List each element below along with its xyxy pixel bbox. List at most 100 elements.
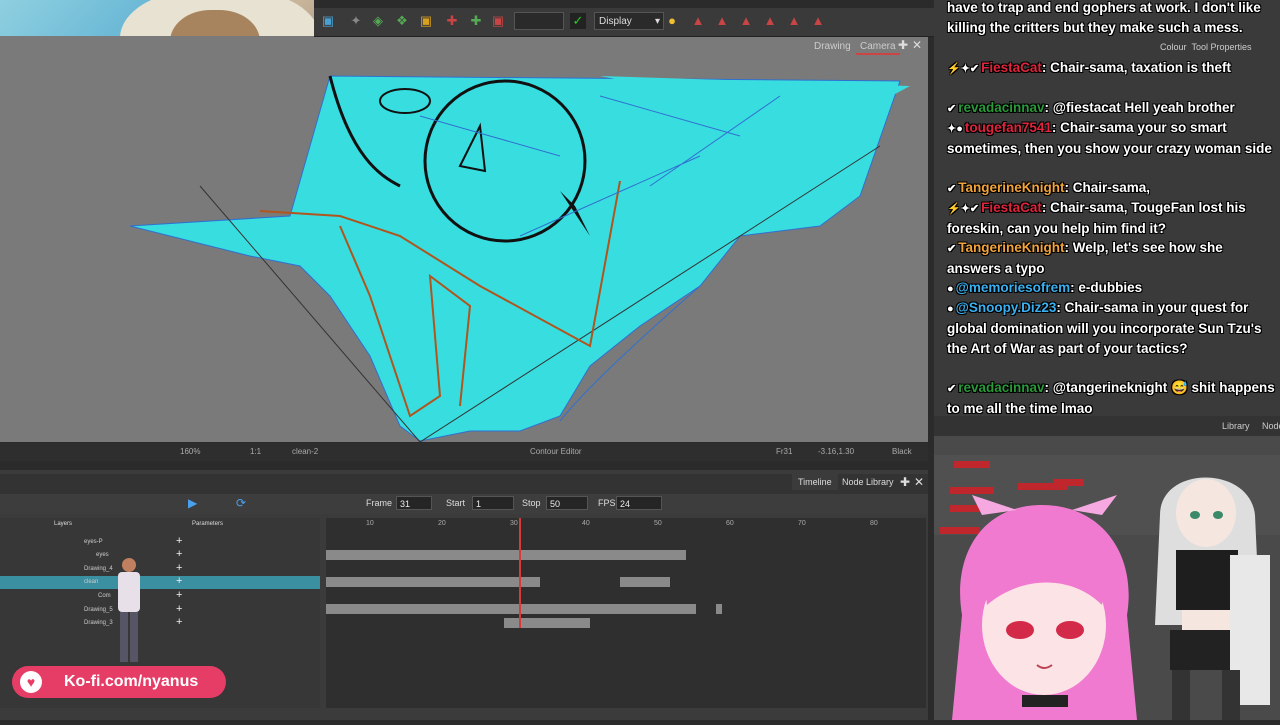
track-segment — [326, 550, 686, 560]
key-icon-4[interactable]: ▲ — [762, 13, 778, 29]
key-icon-2[interactable]: ▲ — [714, 13, 730, 29]
frame-label: Frame — [366, 498, 393, 508]
tab-camera[interactable]: Camera — [856, 40, 900, 55]
tab-timeline[interactable]: Timeline — [792, 474, 838, 490]
tab-node-library[interactable]: Node Library — [836, 474, 900, 490]
chat-message: ✔ revadacinnav: @fiestacat Hell yeah brot… — [947, 98, 1280, 119]
heart-cup-icon: ♥ — [20, 671, 42, 693]
chat-message: ✔ revadacinnav: @tangerineknight 😅 shit h… — [947, 380, 1275, 416]
layer-row[interactable]: eyes-P + — [0, 535, 320, 549]
layer-row[interactable]: Drawing_5 + — [0, 603, 320, 617]
ruler-tick: 40 — [582, 520, 590, 527]
frame-input[interactable]: 31 — [396, 496, 432, 510]
frame-icon[interactable]: ▣ — [418, 13, 434, 29]
node[interactable] — [1054, 479, 1084, 486]
node[interactable] — [950, 487, 994, 494]
loop-icon[interactable]: ⟳ — [236, 496, 246, 510]
layer-row-selected[interactable]: clean + — [0, 575, 320, 589]
key-icon-6[interactable]: ▲ — [810, 13, 826, 29]
tab-drawing[interactable]: Drawing — [810, 40, 855, 53]
stop-input[interactable]: 50 — [546, 496, 588, 510]
parameters-header: Parameters — [192, 521, 224, 527]
stop-label: Stop — [522, 498, 541, 508]
key-icon-5[interactable]: ▲ — [786, 13, 802, 29]
layer-row[interactable]: eyes + — [0, 548, 320, 562]
lightbulb-icon[interactable]: ● — [664, 13, 680, 29]
chat-message: ✔ TangerineKnight: Welp, let's see how sh… — [947, 240, 1223, 276]
tab-node[interactable]: Node — [1262, 421, 1280, 431]
onion-icon[interactable]: ✚ — [444, 13, 460, 29]
layer-row[interactable]: Drawing_3 + — [0, 616, 320, 630]
timeline-header — [0, 474, 928, 496]
ruler-tick: 50 — [654, 520, 662, 527]
current-layer: clean-2 — [292, 447, 319, 456]
add-view-icon[interactable]: ✚ — [900, 475, 910, 489]
badge-icons: ⚡✦✔ — [947, 63, 980, 75]
kofi-banner[interactable]: ♥ Ko-fi.com/nyanus — [12, 666, 226, 698]
kofi-link-text: Ko-fi.com/nyanus — [64, 673, 199, 690]
start-input[interactable]: 1 — [472, 496, 514, 510]
track-segment — [326, 577, 540, 587]
track-segment — [504, 618, 590, 628]
zoom-level[interactable]: 160% — [180, 447, 200, 456]
chat-message: ● @Snoopy.Diz23: Chair-sama in your quest… — [947, 300, 1262, 356]
timeline-tracks[interactable] — [326, 518, 926, 708]
node-icon[interactable]: ◈ — [370, 13, 386, 29]
fps-label: FPS — [598, 498, 616, 508]
transform-icon[interactable]: ❖ — [394, 13, 410, 29]
play-icon[interactable]: ▶ — [188, 496, 197, 510]
start-label: Start — [446, 498, 466, 508]
chat-message: ⚡✦✔ FiestaCat: Chair-sama, taxation is th… — [947, 58, 1280, 79]
vtuber-avatar-pink — [942, 495, 1147, 720]
artwork — [129, 75, 910, 442]
node[interactable] — [954, 461, 990, 468]
coordinates: -3.16,1.30 — [818, 447, 855, 456]
layer-row[interactable]: Com + — [0, 589, 320, 603]
ruler-tick: 60 — [726, 520, 734, 527]
track-segment — [620, 577, 670, 587]
ruler-tick: 80 — [870, 520, 878, 527]
canvas-status-bar: 160% 1:1 clean-2 Contour Editor Fr31 -3.… — [0, 443, 928, 461]
badge-icons: ✔ — [947, 243, 957, 255]
chevron-down-icon: ▾ — [654, 16, 660, 27]
ruler-tick: 70 — [798, 520, 806, 527]
key-icon[interactable]: ▲ — [690, 13, 706, 29]
track-segment — [326, 604, 696, 614]
ruler-tick: 10 — [366, 520, 374, 527]
chat-overlay: have to trap and end gophers at work. I … — [940, 0, 1280, 420]
chat-message: ✦● tougefan7541: Chair-sama your so smart… — [947, 120, 1272, 156]
playhead[interactable] — [519, 518, 521, 628]
streamer-figure — [112, 558, 148, 662]
wand-icon[interactable]: ✦ — [348, 13, 364, 29]
key-icon-3[interactable]: ▲ — [738, 13, 754, 29]
ruler-tick: 30 — [510, 520, 518, 527]
chat-message: have to trap and end gophers at work. I … — [947, 0, 1261, 35]
camera-icon[interactable]: ▣ — [490, 13, 506, 29]
chat-message: ● @memoriesofrem: e-dubbies — [947, 278, 1280, 299]
layers-header: Layers — [54, 521, 73, 527]
close-icon[interactable]: ✕ — [912, 38, 922, 52]
frame-select[interactable] — [514, 12, 564, 30]
grid-icon[interactable]: ▣ — [320, 13, 336, 29]
main-toolbar: ▣ ✦ ◈ ❖ ▣ ✚ ✚ ▣ ✓ Display ▾ ● ▲ ▲ ▲ ▲ ▲ … — [314, 8, 934, 37]
chat-message: ✔ TangerineKnight: Chair-sama, — [947, 178, 1280, 199]
playback-bar: ▶ ⟳ Frame 31 Start 1 Stop 50 FPS 24 — [0, 494, 928, 514]
add-view-icon[interactable]: ✚ — [898, 38, 908, 52]
badge-icons: ⚡✦✔ — [947, 203, 980, 215]
badge-icons: ● — [947, 303, 954, 315]
color-indicator: Black — [892, 447, 912, 456]
badge-icons: ✔ — [947, 103, 957, 115]
fps-input[interactable]: 24 — [616, 496, 662, 510]
layer-row[interactable]: Drawing_4 + — [0, 562, 320, 576]
editor-name: Contour Editor — [530, 447, 582, 456]
ruler-tick: 20 — [438, 520, 446, 527]
frame-indicator: Fr31 — [776, 447, 793, 456]
add-icon[interactable]: ✚ — [468, 13, 484, 29]
display-select[interactable]: Display ▾ — [594, 12, 664, 30]
tab-library[interactable]: Library — [1222, 421, 1250, 431]
chat-message: ⚡✦✔ FiestaCat: Chair-sama, TougeFan lost … — [947, 200, 1246, 236]
track-segment — [716, 604, 722, 614]
pen-icon[interactable]: ✓ — [570, 13, 586, 29]
close-icon[interactable]: ✕ — [914, 475, 924, 489]
drawing-canvas[interactable] — [0, 36, 928, 442]
